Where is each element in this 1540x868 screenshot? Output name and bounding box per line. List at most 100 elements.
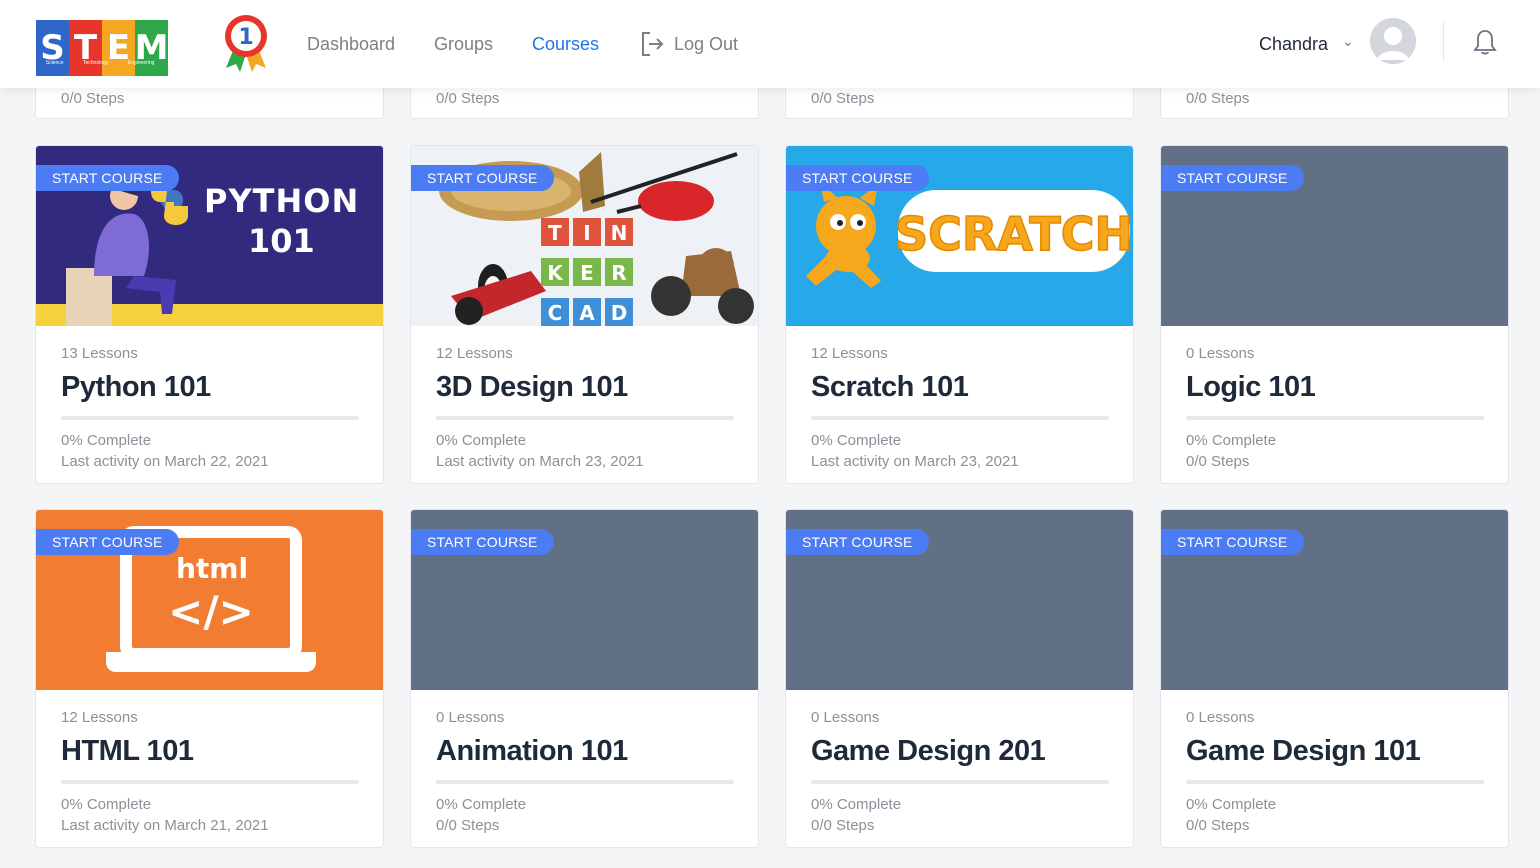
course-thumbnail[interactable]: SCRATCH START COURSE: [786, 146, 1133, 326]
start-course-badge[interactable]: START COURSE: [411, 165, 554, 191]
logo-caption-engineering: Engineering: [127, 60, 155, 66]
logout-icon: [642, 32, 664, 56]
logo-caption-technology: Technology: [83, 60, 109, 66]
last-activity-text: Last activity on March 21, 2021: [61, 817, 269, 834]
course-thumbnail[interactable]: T I N K E R C A D START COURSE: [411, 146, 758, 326]
course-card-animation-101[interactable]: START COURSE 0 Lessons Animation 101 0% …: [410, 509, 759, 848]
nav-logout[interactable]: Log Out: [640, 0, 738, 88]
progress-bar: [436, 780, 734, 784]
nav-groups-label: Groups: [434, 33, 494, 54]
course-card-html-101[interactable]: html </> START COURSE 12 Lessons HTML 10…: [35, 509, 384, 848]
progress-text: 0% Complete: [61, 432, 152, 449]
progress-text: 0% Complete: [436, 796, 527, 813]
progress-text: 0% Complete: [1186, 432, 1277, 449]
course-card-logic-101[interactable]: START COURSE 0 Lessons Logic 101 0% Comp…: [1160, 145, 1509, 484]
start-course-badge[interactable]: START COURSE: [36, 165, 179, 191]
course-thumbnail[interactable]: START COURSE: [1161, 510, 1508, 690]
progress-text: 0% Complete: [436, 432, 527, 449]
course-thumbnail[interactable]: START COURSE: [411, 510, 758, 690]
course-title[interactable]: Logic 101: [1186, 371, 1316, 404]
progress-text: 0% Complete: [1186, 796, 1277, 813]
user-menu-name[interactable]: Chandra: [1259, 0, 1328, 88]
nav-courses[interactable]: Courses: [532, 0, 599, 88]
start-course-badge[interactable]: START COURSE: [411, 529, 554, 555]
steps-text: 0/0 Steps: [1186, 453, 1250, 470]
tinkercad-letter: R: [611, 261, 626, 285]
course-card-python-101[interactable]: PYTHON 101 START COURSE 13 Lessons Pytho…: [35, 145, 384, 484]
nav-dashboard[interactable]: Dashboard: [307, 0, 395, 88]
last-activity-text: Last activity on March 23, 2021: [436, 453, 644, 470]
start-course-badge[interactable]: START COURSE: [1161, 165, 1304, 191]
progress-bar: [61, 780, 359, 784]
course-title[interactable]: Scratch 101: [811, 371, 969, 404]
card-steps: 0/0 Steps: [436, 90, 500, 107]
tinkercad-letter: A: [579, 301, 595, 325]
nav-logout-label: Log Out: [674, 33, 739, 54]
course-thumbnail[interactable]: START COURSE: [1161, 146, 1508, 326]
tinkercad-letter: E: [580, 261, 594, 285]
progress-text: 0% Complete: [811, 796, 902, 813]
progress-bar: [436, 416, 734, 420]
progress-bar: [811, 416, 1109, 420]
logo-badge-number: 1: [238, 25, 253, 50]
steps-text: 0/0 Steps: [1186, 817, 1250, 834]
thumbnail-text-101: 101: [248, 222, 315, 260]
last-activity-text: Last activity on March 22, 2021: [61, 453, 269, 470]
progress-text: 0% Complete: [61, 796, 152, 813]
lesson-count: 12 Lessons: [436, 345, 513, 362]
logo-caption: Science Technology Engineering Mathemati…: [36, 60, 212, 68]
steps-text: 0/0 Steps: [811, 817, 875, 834]
user-silhouette-icon: [1370, 18, 1416, 64]
nav-courses-label: Courses: [532, 33, 600, 54]
scratch-wordmark: SCRATCH: [895, 207, 1133, 261]
tinkercad-letter: C: [548, 301, 563, 325]
start-course-badge[interactable]: START COURSE: [1161, 529, 1304, 555]
course-thumbnail[interactable]: html </> START COURSE: [36, 510, 383, 690]
steps-text: 0/0 Steps: [436, 817, 500, 834]
progress-bar: [811, 780, 1109, 784]
lesson-count: 12 Lessons: [61, 709, 138, 726]
nav-dashboard-label: Dashboard: [307, 33, 396, 54]
lesson-count: 13 Lessons: [61, 345, 138, 362]
lesson-count: 12 Lessons: [811, 345, 888, 362]
stem1-logo[interactable]: S T E M Science Technology Engineering M…: [36, 14, 272, 76]
lesson-count: 0 Lessons: [436, 709, 505, 726]
ribbon-badge-icon: 1: [225, 15, 267, 72]
chevron-down-icon[interactable]: ⌄: [1342, 33, 1354, 50]
tinkercad-letter: K: [547, 261, 564, 285]
start-course-badge[interactable]: START COURSE: [36, 529, 179, 555]
tinkercad-letter: N: [611, 221, 628, 245]
progress-bar: [1186, 780, 1484, 784]
tinkercad-letter: I: [583, 221, 590, 245]
thumbnail-text-python: PYTHON: [204, 182, 360, 220]
html-label: html: [176, 552, 248, 585]
lesson-count: 0 Lessons: [1186, 345, 1255, 362]
top-navigation-bar: S T E M Science Technology Engineering M…: [0, 0, 1540, 88]
code-tag-symbol: </>: [168, 587, 254, 636]
course-title[interactable]: Game Design 201: [811, 735, 1046, 768]
progress-bar: [61, 416, 359, 420]
logo-caption-science: Science: [45, 60, 64, 66]
course-title[interactable]: 3D Design 101: [436, 371, 628, 404]
course-card-3d-design-101[interactable]: T I N K E R C A D START COURSE 12 Lesson…: [410, 145, 759, 484]
tinkercad-letter: D: [611, 301, 628, 325]
course-title[interactable]: Game Design 101: [1186, 735, 1421, 768]
course-title[interactable]: HTML 101: [61, 735, 194, 768]
progress-bar: [1186, 416, 1484, 420]
nav-groups[interactable]: Groups: [434, 0, 493, 88]
bell-icon[interactable]: [1472, 28, 1498, 56]
last-activity-text: Last activity on March 23, 2021: [811, 453, 1019, 470]
course-title[interactable]: Python 101: [61, 371, 211, 404]
course-card-scratch-101[interactable]: SCRATCH START COURSE 12 Lessons Scratch …: [785, 145, 1134, 484]
course-card-game-design-101[interactable]: START COURSE 0 Lessons Game Design 101 0…: [1160, 509, 1509, 848]
tinkercad-letter: T: [548, 221, 562, 245]
course-title[interactable]: Animation 101: [436, 735, 628, 768]
start-course-badge[interactable]: START COURSE: [786, 165, 929, 191]
avatar[interactable]: [1370, 18, 1416, 64]
card-steps: 0/0 Steps: [811, 90, 875, 107]
start-course-badge[interactable]: START COURSE: [786, 529, 929, 555]
card-steps: 0/0 Steps: [1186, 90, 1250, 107]
course-thumbnail[interactable]: START COURSE: [786, 510, 1133, 690]
course-thumbnail[interactable]: PYTHON 101 START COURSE: [36, 146, 383, 326]
course-card-game-design-201[interactable]: START COURSE 0 Lessons Game Design 201 0…: [785, 509, 1134, 848]
